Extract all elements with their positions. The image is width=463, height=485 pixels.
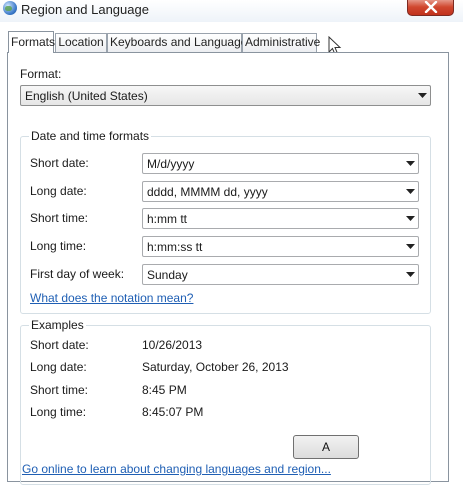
learn-languages-link[interactable]: Go online to learn about changing langua…	[22, 462, 331, 476]
example-short-time-value: 8:45 PM	[142, 383, 187, 397]
long-date-label: Long date:	[30, 184, 87, 198]
short-date-dropdown[interactable]: M/d/yyyy	[142, 153, 419, 174]
first-day-of-week-label: First day of week:	[30, 267, 125, 281]
format-label: Format:	[20, 67, 62, 81]
close-icon	[424, 1, 437, 13]
short-time-value: h:mm tt	[147, 212, 188, 226]
long-time-dropdown[interactable]: h:mm:ss tt	[142, 236, 419, 257]
example-long-time-label: Long time:	[30, 405, 87, 419]
tab-keyboards-and-languages[interactable]: Keyboards and Languages	[107, 33, 253, 52]
window-title: Region and Language	[21, 2, 149, 17]
date-time-group-title: Date and time formats	[29, 129, 152, 143]
additional-settings-button[interactable]: A	[293, 435, 359, 459]
dropdown-arrow-icon	[406, 189, 415, 194]
tab-location[interactable]: Location	[55, 33, 107, 52]
example-short-date-value: 10/26/2013	[142, 338, 203, 352]
long-time-label: Long time:	[30, 239, 87, 253]
short-time-label: Short time:	[30, 211, 89, 225]
title-bar: Region and Language	[0, 0, 463, 22]
example-short-time-label: Short time:	[30, 383, 89, 397]
dropdown-arrow-icon	[418, 93, 427, 98]
short-date-label: Short date:	[30, 156, 89, 170]
example-long-date-value: Saturday, October 26, 2013	[142, 360, 289, 374]
examples-group: Examples Short date: 10/26/2013 Long dat…	[20, 318, 431, 485]
examples-group-title: Examples	[29, 318, 86, 332]
format-dropdown[interactable]: English (United States)	[20, 85, 431, 106]
long-date-value: dddd, MMMM dd, yyyy	[147, 185, 268, 199]
dropdown-arrow-icon	[406, 161, 415, 166]
close-button[interactable]	[407, 0, 454, 16]
dropdown-arrow-icon	[406, 244, 415, 249]
example-long-date-label: Long date:	[30, 360, 87, 374]
tab-formats[interactable]: Formats	[8, 31, 55, 53]
short-date-value: M/d/yyyy	[147, 157, 195, 171]
date-time-formats-group: Date and time formats Short date: M/d/yy…	[20, 129, 431, 314]
additional-settings-button-label: A	[321, 440, 330, 454]
notation-help-link[interactable]: What does the notation mean?	[30, 291, 193, 305]
dropdown-arrow-icon	[406, 272, 415, 277]
format-dropdown-value: English (United States)	[25, 89, 148, 103]
globe-icon	[3, 1, 17, 15]
short-time-dropdown[interactable]: h:mm tt	[142, 208, 419, 229]
first-day-of-week-dropdown[interactable]: Sunday	[142, 264, 419, 285]
long-time-value: h:mm:ss tt	[147, 240, 203, 254]
tab-administrative[interactable]: Administrative	[242, 33, 320, 52]
long-date-dropdown[interactable]: dddd, MMMM dd, yyyy	[142, 181, 419, 202]
dropdown-arrow-icon	[406, 216, 415, 221]
formats-tab-panel: Format: English (United States) Date and…	[7, 52, 449, 485]
example-long-time-value: 8:45:07 PM	[142, 405, 204, 419]
example-short-date-label: Short date:	[30, 338, 89, 352]
first-day-of-week-value: Sunday	[147, 268, 188, 282]
